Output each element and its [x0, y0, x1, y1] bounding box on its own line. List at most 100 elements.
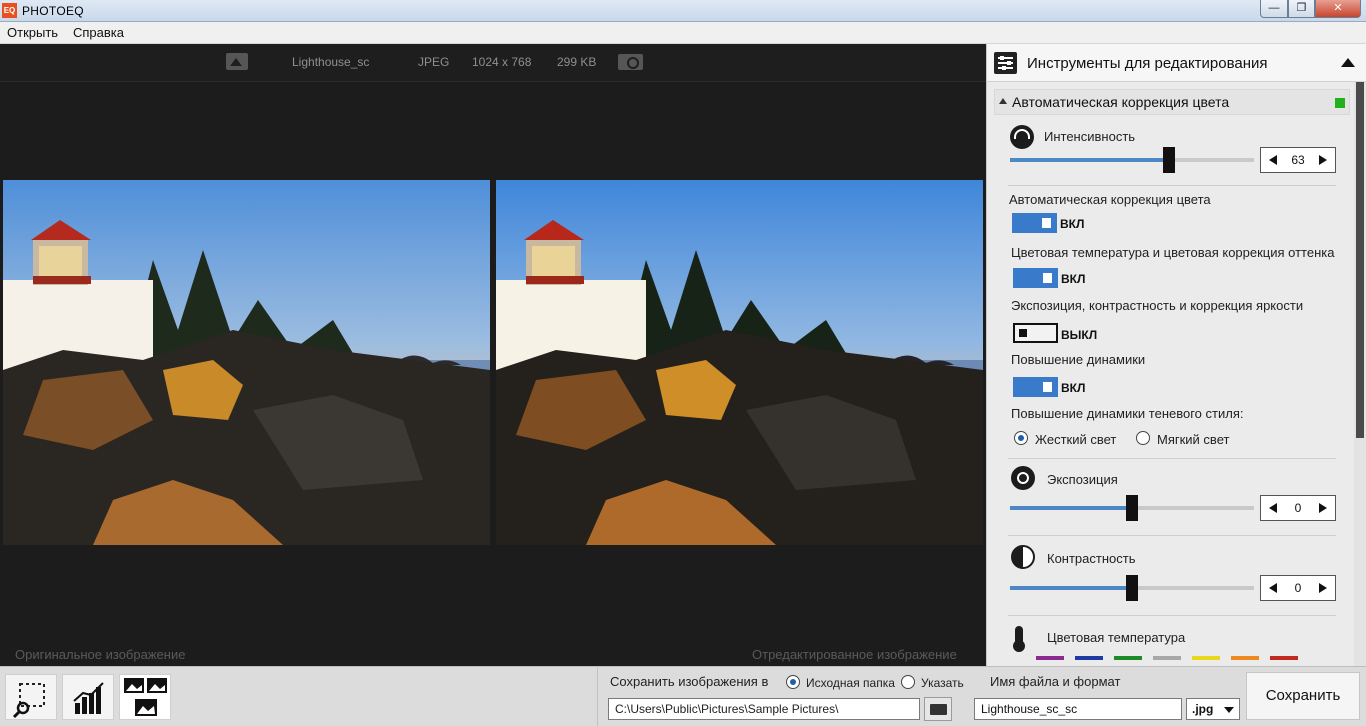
intensity-slider-fill — [1010, 158, 1169, 162]
contrast-label: Контрастность — [1047, 551, 1136, 566]
radio-specify-folder-label[interactable]: Указать — [921, 676, 964, 690]
save-path-field[interactable]: C:\Users\Public\Pictures\Sample Pictures… — [608, 698, 920, 720]
toggle-dynamics-label: Повышение динамики — [1011, 352, 1146, 367]
panel-title: Инструменты для редактирования — [1027, 55, 1268, 72]
toggle-temperature-state: ВКЛ — [1061, 272, 1086, 286]
format-value: .jpg — [1192, 702, 1214, 716]
radio-soft-light[interactable] — [1136, 431, 1150, 445]
temperature-swatch[interactable] — [1075, 656, 1103, 660]
divider — [1008, 535, 1336, 536]
aperture-icon — [1011, 466, 1035, 490]
exposure-slider-fill — [1010, 506, 1132, 510]
intensity-slider-thumb[interactable] — [1162, 147, 1175, 173]
exposure-slider-thumb[interactable] — [1126, 495, 1138, 521]
image-format: JPEG — [418, 55, 450, 69]
radio-hard-light[interactable] — [1014, 431, 1028, 445]
toggle-dynamics[interactable] — [1013, 377, 1058, 397]
temperature-swatch[interactable] — [1231, 656, 1259, 660]
intensity-label: Интенсивность — [1044, 129, 1136, 144]
original-caption: Оригинальное изображение — [15, 647, 186, 662]
crop-zoom-button[interactable] — [5, 674, 57, 720]
section-expand-icon — [999, 98, 1007, 104]
contrast-slider-thumb[interactable] — [1126, 575, 1138, 601]
toggle-exposure-label: Экспозиция, контрастность и коррекция яр… — [1011, 298, 1304, 313]
menu-help[interactable]: Справка — [73, 25, 124, 40]
contrast-value[interactable]: 0 — [1283, 581, 1313, 595]
camera-icon[interactable] — [618, 54, 643, 70]
sliders-icon — [994, 52, 1017, 74]
save-in-label: Сохранить изображения в — [610, 674, 769, 689]
temperature-swatch[interactable] — [1153, 656, 1181, 660]
temperature-swatch[interactable] — [1192, 656, 1220, 660]
divider — [597, 666, 598, 726]
contrast-stepper[interactable]: 0 — [1260, 575, 1336, 601]
intensity-slider[interactable] — [1010, 158, 1254, 162]
menu-bar: Открыть Справка — [0, 22, 1366, 44]
radio-source-folder[interactable] — [786, 675, 800, 689]
exposure-value[interactable]: 0 — [1283, 501, 1313, 515]
toggle-auto-color-state: ВКЛ — [1060, 217, 1085, 231]
radio-specify-folder[interactable] — [901, 675, 915, 689]
section-active-indicator — [1335, 98, 1345, 108]
compare-view-button[interactable] — [119, 674, 171, 720]
increment-icon[interactable] — [1319, 155, 1327, 165]
intensity-value[interactable]: 63 — [1283, 153, 1313, 167]
original-image-preview — [3, 180, 490, 545]
image-dimensions: 1024 x 768 — [472, 55, 532, 69]
image-icon — [226, 53, 248, 70]
collapse-icon[interactable] — [1341, 58, 1355, 67]
toggle-auto-color[interactable] — [1012, 213, 1057, 233]
panel-header: Инструменты для редактирования — [987, 44, 1366, 82]
filename-field[interactable]: Lighthouse_sc_sc — [974, 698, 1182, 720]
temperature-label: Цветовая температура — [1047, 630, 1186, 645]
chevron-down-icon — [1224, 707, 1234, 713]
minimize-button[interactable]: — — [1260, 0, 1288, 18]
edited-image-preview — [496, 180, 983, 545]
app-logo-icon: EQ — [2, 3, 17, 18]
save-button[interactable]: Сохранить — [1246, 672, 1360, 720]
divider — [1008, 615, 1336, 616]
toggle-exposure[interactable] — [1013, 323, 1058, 343]
intensity-stepper[interactable]: 63 — [1260, 147, 1336, 173]
radio-source-folder-label[interactable]: Исходная папка — [806, 676, 895, 690]
increment-icon[interactable] — [1319, 583, 1327, 593]
exposure-stepper[interactable]: 0 — [1260, 495, 1336, 521]
edited-caption: Отредактированное изображение — [752, 647, 957, 662]
contrast-icon — [1011, 545, 1035, 569]
browse-folder-button[interactable] — [924, 697, 952, 721]
divider — [1008, 458, 1336, 459]
radio-soft-light-label[interactable]: Мягкий свет — [1157, 432, 1229, 447]
image-info-bar: Lighthouse_sc JPEG 1024 x 768 299 KB — [0, 44, 986, 82]
title-bar: EQ PHOTOEQ — ❐ ✕ — [0, 0, 1366, 22]
decrement-icon[interactable] — [1269, 503, 1277, 513]
section-title: Автоматическая коррекция цвета — [1012, 94, 1230, 110]
temperature-swatch[interactable] — [1114, 656, 1142, 660]
exposure-label: Экспозиция — [1047, 472, 1118, 487]
toggle-temperature[interactable] — [1013, 268, 1058, 288]
divider — [1008, 185, 1336, 186]
image-name: Lighthouse_sc — [292, 55, 370, 69]
format-select[interactable]: .jpg — [1186, 698, 1240, 720]
increment-icon[interactable] — [1319, 503, 1327, 513]
speedometer-icon — [1010, 125, 1034, 149]
window-title: PHOTOEQ — [22, 4, 84, 18]
filename-label: Имя файла и формат — [990, 674, 1121, 689]
temperature-swatch[interactable] — [1036, 656, 1064, 660]
temperature-swatch[interactable] — [1270, 656, 1298, 660]
toggle-temperature-label: Цветовая температура и цветовая коррекци… — [1011, 245, 1335, 260]
thermometer-icon — [1013, 626, 1025, 652]
toggle-exposure-state: ВЫКЛ — [1061, 328, 1098, 342]
section-auto-color-header[interactable]: Автоматическая коррекция цвета — [994, 89, 1350, 115]
image-size: 299 KB — [557, 55, 597, 69]
radio-hard-light-label[interactable]: Жесткий свет — [1035, 432, 1116, 447]
shadow-style-label: Повышение динамики теневого стиля: — [1011, 406, 1244, 421]
decrement-icon[interactable] — [1269, 155, 1277, 165]
menu-open[interactable]: Открыть — [7, 25, 58, 40]
decrement-icon[interactable] — [1269, 583, 1277, 593]
scrollbar-thumb[interactable] — [1356, 82, 1364, 438]
close-button[interactable]: ✕ — [1315, 0, 1361, 18]
maximize-button[interactable]: ❐ — [1288, 0, 1315, 18]
panel-scrollbar[interactable] — [1354, 82, 1366, 666]
contrast-slider-fill — [1010, 586, 1132, 590]
histogram-button[interactable] — [62, 674, 114, 720]
